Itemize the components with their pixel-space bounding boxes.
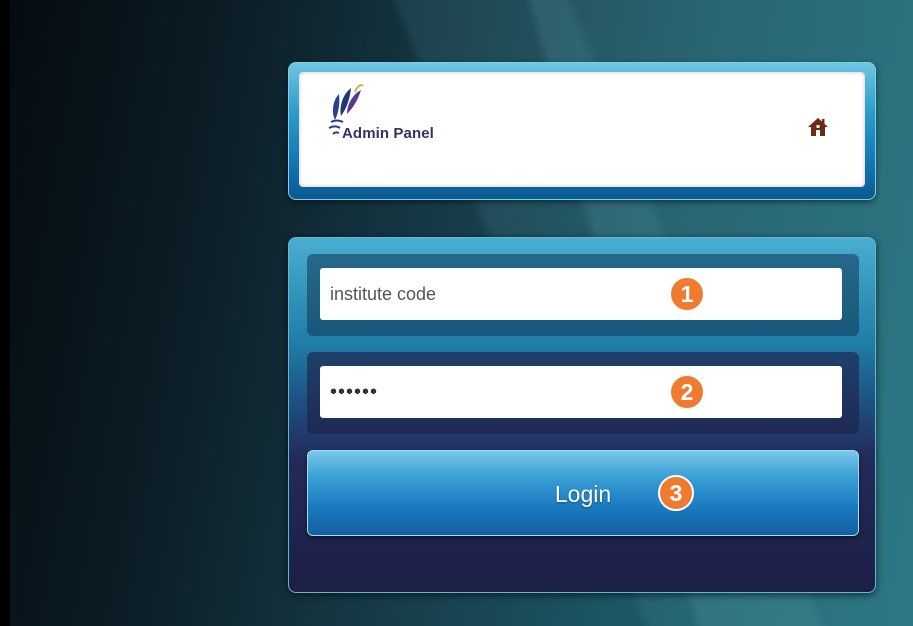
login-button[interactable]: Login 3 — [307, 450, 859, 536]
brand-title: Admin Panel — [342, 125, 434, 142]
callout-badge-1: 1 — [669, 276, 705, 312]
login-panel: 1 2 Login 3 — [288, 237, 876, 593]
institute-code-field-container: 1 — [307, 254, 859, 336]
header-panel: Admin Panel — [288, 62, 876, 200]
password-field-container: 2 — [307, 352, 859, 434]
login-button-label: Login — [554, 481, 612, 507]
callout-badge-2: 2 — [669, 374, 705, 410]
password-input[interactable] — [320, 366, 842, 418]
home-icon[interactable] — [807, 116, 829, 138]
header-content: Admin Panel — [299, 72, 865, 187]
callout-badge-3: 3 — [658, 475, 694, 511]
institute-code-input[interactable] — [320, 268, 842, 320]
